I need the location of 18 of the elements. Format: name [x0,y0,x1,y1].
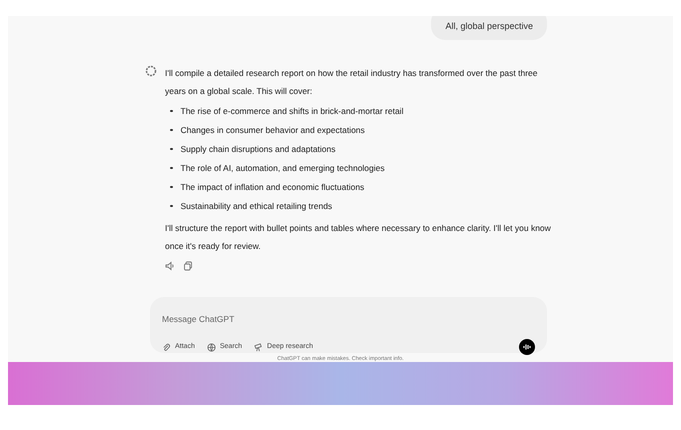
voice-button[interactable] [519,339,535,355]
speaker-icon[interactable] [165,260,175,270]
message-text: I'll structure the report with bullet points and tables where necessary to enhance clarity. I'll let you know once it's ready for review. [165,222,552,253]
bullet-text: The impact of inflation and economic fluctuations [180,180,364,194]
message-input[interactable]: Message ChatGPT [162,313,362,326]
globe-icon [206,342,216,352]
user-message: All, global perspective [431,16,547,40]
paperclip-icon [162,342,171,352]
waveform-icon [523,343,531,351]
telescope-icon [254,342,264,352]
bullet-text: Sustainability and ethical retailing trends [180,200,332,213]
bullet-text: Supply chain disruptions and adaptations [180,142,336,156]
bullet-text: Changes in consumer behavior and expectations [180,124,365,137]
bullet-text: The rise of e-commerce and shifts in brick-and-mortar retail [180,104,404,118]
logo-icon [145,64,157,76]
bullet-text: The role of AI, automation, and emerging technologies [180,162,385,175]
copy-icon[interactable] [183,260,193,270]
message-text: I'll compile a detailed research report on how the retail industry has transformed over the past three years on a global scale. This will cover: [165,66,539,98]
